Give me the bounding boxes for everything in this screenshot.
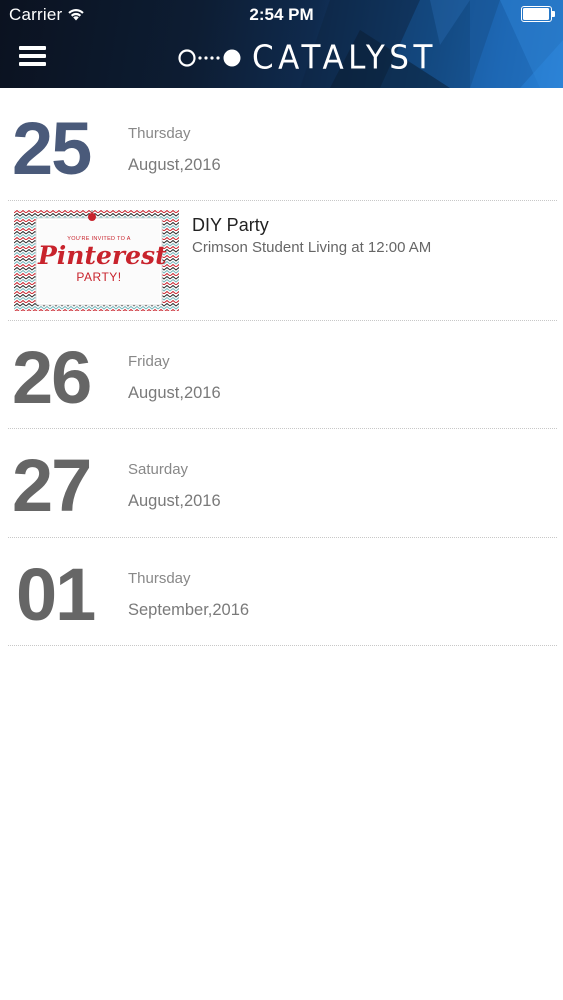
status-time: 2:54 PM <box>249 5 314 24</box>
event-subtitle: Crimson Student Living at 12:00 AM <box>192 239 432 256</box>
hamburger-menu-icon[interactable] <box>19 44 47 68</box>
weekday-label: Thursday <box>128 125 191 142</box>
month-year-label: September,2016 <box>128 601 250 619</box>
day-number: 25 <box>12 107 92 190</box>
battery-icon <box>521 6 555 22</box>
event-title: DIY Party <box>192 215 269 235</box>
event-item[interactable]: YOU'RE INVITED TO A Pinterest PARTY! DIY… <box>0 201 563 320</box>
month-year-label: August,2016 <box>128 492 221 510</box>
brand: CATALYST <box>178 39 437 77</box>
app-header: Carrier 2:54 PM CATALYST <box>0 0 563 88</box>
status-bar: Carrier 2:54 PM <box>0 0 563 30</box>
event-thumbnail: YOU'RE INVITED TO A Pinterest PARTY! <box>14 210 179 311</box>
day-number: 26 <box>12 336 92 419</box>
brand-name: CATALYST <box>252 39 437 77</box>
divider <box>8 645 557 646</box>
month-year-label: August,2016 <box>128 384 221 402</box>
date-header: 01 Thursday September,2016 <box>0 538 563 645</box>
date-header: 27 Saturday August,2016 <box>0 429 563 536</box>
thumb-bottom-text: PARTY! <box>76 270 122 284</box>
day-number: 01 <box>16 553 96 636</box>
weekday-label: Friday <box>128 353 170 370</box>
weekday-label: Thursday <box>128 570 191 587</box>
weekday-label: Saturday <box>128 461 189 478</box>
month-year-label: August,2016 <box>128 156 221 174</box>
catalyst-logo-icon <box>178 49 241 67</box>
thumb-brand-text: Pinterest <box>38 241 167 270</box>
date-header: 26 Friday August,2016 <box>0 321 563 428</box>
date-header: 25 Thursday August,2016 <box>0 88 563 200</box>
day-number: 27 <box>12 444 92 527</box>
